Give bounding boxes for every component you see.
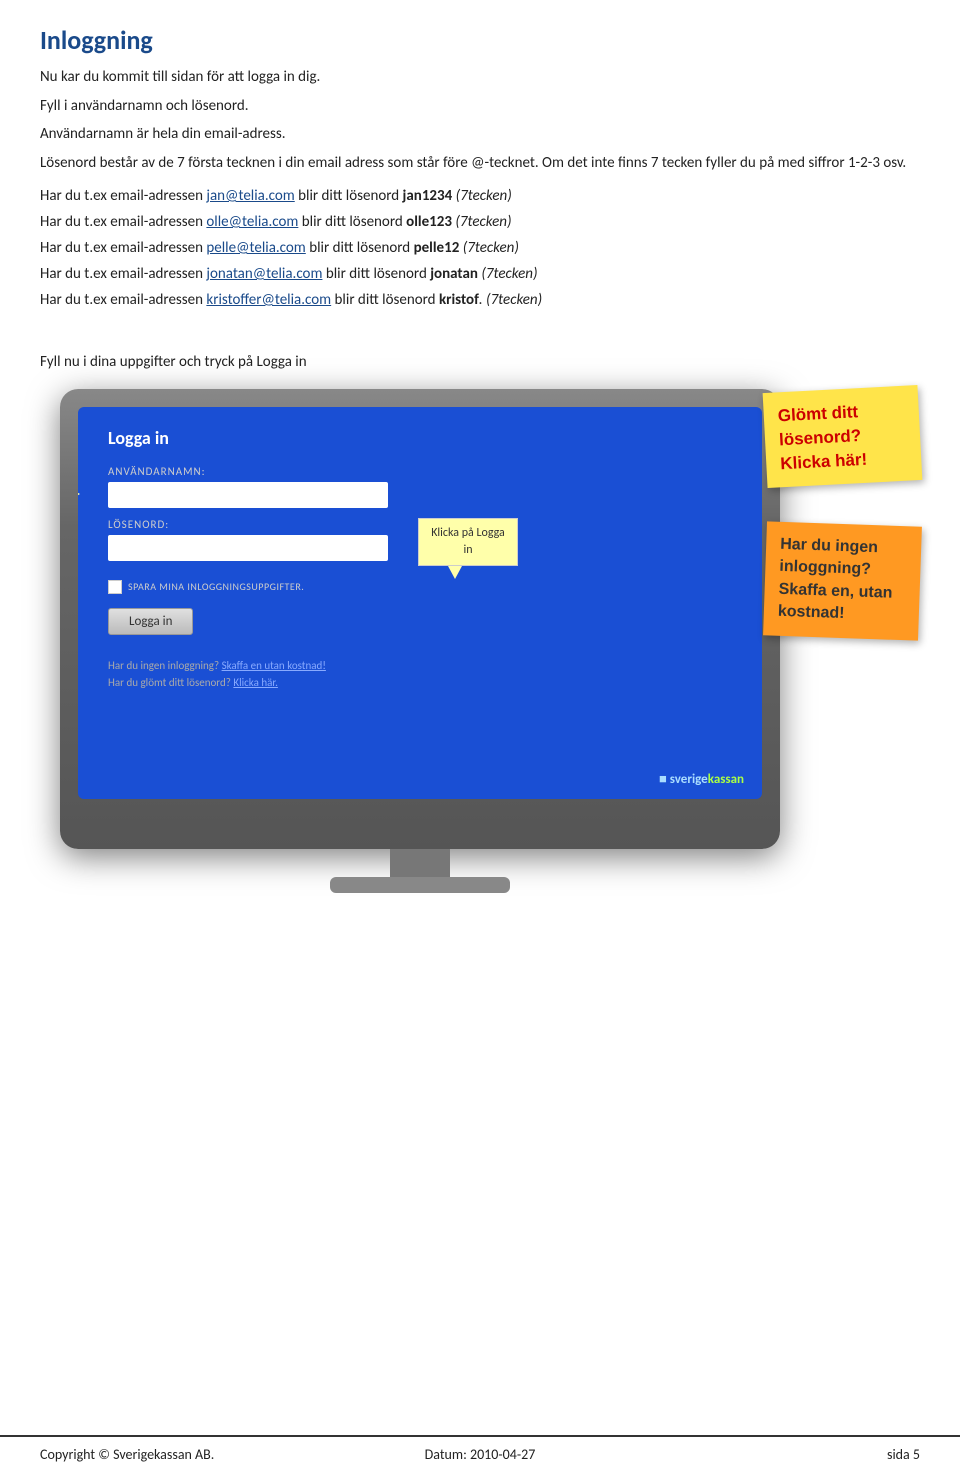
example-suffix-3: (7tecken) — [459, 239, 519, 257]
monitor-outer: Fyll i användarnamn och lösenord Logga i… — [60, 389, 780, 849]
forgot-link[interactable]: Klicka här. — [233, 676, 278, 689]
sticky-note-forgot: Glömt ditt lösenord?Klicka här! — [763, 385, 923, 488]
footer: Copyright © Sverigekassan AB. Datum: 201… — [0, 1435, 960, 1471]
examples-section: Har du t.ex email-adressen jan@telia.com… — [40, 184, 920, 312]
example-suffix-1: (7tecken) — [452, 187, 512, 205]
example-password-2: olle123 — [406, 213, 452, 231]
example-suffix-5: . (7tecken) — [479, 291, 542, 309]
screen-content: Logga in ANVÄNDARNAMN: LÖSENORD: Klicka … — [78, 407, 762, 709]
username-label: ANVÄNDARNAMN: — [108, 465, 732, 478]
example-4: Har du t.ex email-adressen jonatan@telia… — [40, 262, 920, 286]
footer-copyright: Copyright © Sverigekassan AB. — [40, 1446, 333, 1463]
example-1: Har du t.ex email-adressen jan@telia.com… — [40, 184, 920, 208]
remember-me-label: SPARA MINA INLOGGNINGSUPPGIFTER. — [128, 580, 304, 593]
username-input[interactable] — [108, 482, 388, 508]
footer-datum: Datum: 2010-04-27 — [333, 1446, 626, 1463]
example-email-2[interactable]: olle@telia.com — [206, 213, 298, 231]
example-2: Har du t.ex email-adressen olle@telia.co… — [40, 210, 920, 234]
example-3: Har du t.ex email-adressen pelle@telia.c… — [40, 236, 920, 260]
example-suffix-2: (7tecken) — [452, 213, 512, 231]
intro-line-2: Fyll i användarnamn och lösenord. — [40, 95, 920, 118]
main-content: Inloggning Nu kar du kommit till sidan f… — [0, 0, 960, 373]
example-suffix-4: (7tecken) — [478, 265, 538, 283]
intro-line-1: Nu kar du kommit till sidan för att logg… — [40, 66, 920, 89]
monitor-screen: Fyll i användarnamn och lösenord Logga i… — [78, 407, 762, 799]
example-email-5[interactable]: kristoffer@telia.com — [206, 291, 331, 309]
example-email-1[interactable]: jan@telia.com — [206, 187, 294, 205]
register-link-line: Har du ingen inloggning? Skaffa en utan … — [108, 659, 732, 672]
login-form-title: Logga in — [108, 427, 732, 449]
footer-page: sida 5 — [627, 1446, 920, 1463]
remember-me-checkbox[interactable] — [108, 580, 122, 594]
monitor-neck — [390, 849, 450, 877]
example-password-4: jonatan — [430, 265, 478, 283]
password-input[interactable] — [108, 535, 388, 561]
monitor-container: Fyll i användarnamn och lösenord Logga i… — [40, 389, 920, 889]
sticky-notes-container: Glömt ditt lösenord?Klicka här! Har du i… — [765, 389, 920, 652]
page-title: Inloggning — [40, 24, 920, 56]
monitor-foot — [330, 877, 510, 893]
bubble-click-label: Klicka på Logga in — [418, 518, 518, 566]
remember-me-row: SPARA MINA INLOGGNINGSUPPGIFTER. — [108, 580, 732, 594]
fill-instruction: Fyll nu i dina uppgifter och tryck på Lo… — [40, 328, 920, 373]
example-5: Har du t.ex email-adressen kristoffer@te… — [40, 288, 920, 312]
forgot-link-line: Har du glömt ditt lösenord? Klicka här. — [108, 676, 732, 689]
logga-in-button[interactable]: Logga in — [108, 608, 193, 635]
intro-line-3: Användarnamn är hela din email-adress. — [40, 123, 920, 146]
example-email-3[interactable]: pelle@telia.com — [206, 239, 305, 257]
screen-logo: ■ sverigekassan — [659, 771, 744, 787]
register-link[interactable]: Skaffa en utan kostnad! — [222, 659, 326, 672]
intro-line-4: Lösenord består av de 7 första tecknen i… — [40, 152, 920, 175]
password-label: LÖSENORD: — [108, 518, 388, 531]
example-password-5: kristof — [439, 291, 479, 309]
example-email-4[interactable]: jonatan@telia.com — [206, 265, 322, 283]
example-password-3: pelle12 — [414, 239, 460, 257]
screen-links: Har du ingen inloggning? Skaffa en utan … — [108, 659, 732, 689]
sticky-note-register: Har du ingen inloggning?Skaffa en, utan … — [763, 522, 922, 641]
example-password-1: jan1234 — [403, 187, 453, 205]
